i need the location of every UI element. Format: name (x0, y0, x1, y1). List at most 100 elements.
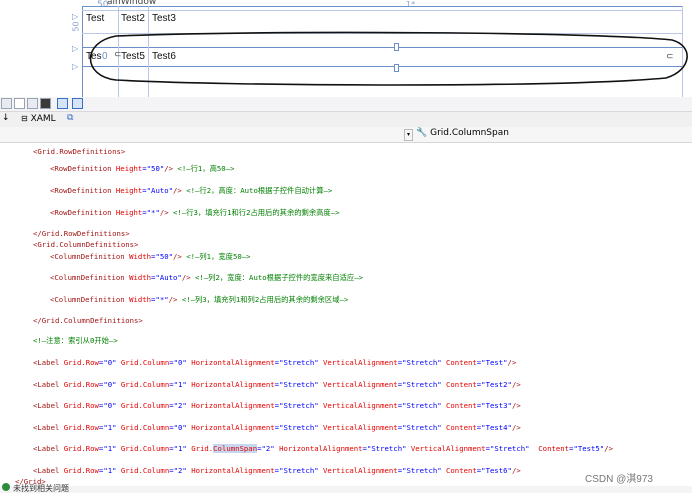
code-token: <Label (33, 401, 64, 410)
code-token: <Label (33, 423, 64, 432)
grid-line-top (82, 10, 682, 11)
code-token: ="1" (169, 380, 192, 389)
selected-token: ColumnSpan (213, 444, 258, 453)
code-token: ="Stretch" (485, 444, 539, 453)
xaml-designer-surface[interactable]: 50 ainWindow 1* 50 ▷ ▷ ▷ Test Test2 Test… (0, 0, 692, 97)
code-line[interactable]: <!—注意：索引从0开始—> (33, 336, 118, 346)
code-token: Width (129, 252, 152, 261)
code-token: ="0" (98, 358, 121, 367)
code-token: ="2" (169, 466, 192, 475)
code-token: Grid.Row (63, 358, 99, 367)
code-token: /> (173, 252, 187, 261)
code-token: ="1" (98, 444, 121, 453)
toggle-grid-button[interactable] (27, 98, 38, 109)
code-line[interactable]: <Label Grid.Row="1" Grid.Column="2" Hori… (33, 466, 521, 475)
code-line[interactable]: <Label Grid.Row="1" Grid.Column="0" Hori… (33, 423, 521, 432)
code-token: Content (446, 358, 477, 367)
code-line[interactable]: <Grid.ColumnDefinitions> (33, 240, 138, 249)
status-bar: 未找到相关问题 (0, 483, 692, 493)
code-token: <Grid.RowDefinitions> (33, 147, 126, 156)
code-token: <RowDefinition (50, 164, 116, 173)
element-breadcrumb-bar: ▾ 🔧 Grid.ColumnSpan (0, 127, 692, 143)
code-token: <Label (33, 444, 64, 453)
code-token: ="Test6" (476, 466, 512, 475)
code-line[interactable]: <RowDefinition Height="Auto"/> <!—行2，高度：… (50, 186, 332, 196)
code-token: <Grid.ColumnDefinitions> (33, 240, 139, 249)
code-line[interactable]: <RowDefinition Height="*"/> <!—行3，填充行1和行… (50, 208, 340, 218)
breadcrumb-current: Grid.ColumnSpan (430, 128, 509, 138)
code-token: <!—列2，宽度：Auto根据子控件的宽度来自适应—> (195, 273, 363, 282)
code-line[interactable]: <Label Grid.Row="0" Grid.Column="2" Hori… (33, 401, 521, 410)
code-token: <!—行3，填充行1和行2占用后的其余的剩余高度—> (173, 208, 340, 217)
code-token: Grid.Row (63, 401, 99, 410)
code-token: HorizontalAlignment (191, 401, 275, 410)
code-line[interactable]: <ColumnDefinition Width="50"/> <!—列1，宽度5… (50, 252, 251, 262)
code-token: Grid.Column (120, 423, 170, 432)
xaml-tab-icon: ⊟ (21, 114, 28, 123)
code-token: </Grid.ColumnDefinitions> (33, 316, 143, 325)
code-line[interactable]: <ColumnDefinition Width="Auto"/> <!—列2，宽… (50, 273, 363, 283)
code-token: ="1" (98, 423, 121, 432)
code-token: ="2" (257, 444, 280, 453)
code-token: /> (168, 295, 182, 304)
code-token: ="Stretch" (397, 423, 447, 432)
code-token: ="Stretch" (397, 466, 447, 475)
snap-lines-button[interactable] (57, 98, 68, 109)
code-token: VerticalAlignment (323, 401, 398, 410)
code-token: ="Auto" (151, 273, 182, 282)
code-token: ="0" (98, 401, 121, 410)
code-token: <!—列1，宽度50—> (186, 252, 251, 261)
code-token: Grid.Row (63, 466, 99, 475)
artboard-button[interactable] (40, 98, 51, 109)
popout-icon[interactable]: ⧉ (67, 113, 73, 123)
code-token: ="Stretch" (274, 423, 323, 432)
code-token: Content (446, 380, 477, 389)
code-line[interactable]: <ColumnDefinition Width="*"/> <!—列3，填充列1… (50, 295, 348, 305)
code-token: ="*" (142, 208, 160, 217)
breadcrumb[interactable]: 🔧 Grid.ColumnSpan (416, 128, 509, 138)
code-token: ="Stretch" (274, 358, 323, 367)
code-token: Grid.Row (63, 444, 99, 453)
effects-button[interactable] (72, 98, 83, 109)
status-message: 未找到相关问题 (13, 484, 69, 493)
code-line[interactable]: <RowDefinition Height="50"/> <!—行1，高50—> (50, 164, 234, 174)
snap-grid-button[interactable] (14, 98, 25, 109)
code-token: <RowDefinition (50, 208, 116, 217)
code-token: ="Stretch" (397, 401, 447, 410)
code-token: ="1" (98, 466, 121, 475)
code-token: Grid.Column (120, 466, 170, 475)
designer-cell-test[interactable]: Test (86, 13, 104, 24)
code-token: ="Stretch" (397, 380, 447, 389)
code-token: /> (511, 380, 521, 389)
tab-xaml[interactable]: ⊟ XAML (21, 114, 56, 124)
code-token: </Grid.RowDefinitions> (33, 229, 130, 238)
code-line[interactable]: <Label Grid.Row="0" Grid.Column="1" Hori… (33, 380, 521, 389)
code-line[interactable]: </Grid.RowDefinitions> (33, 229, 130, 238)
code-token: Grid.Column (120, 444, 170, 453)
code-line[interactable]: <Label Grid.Row="0" Grid.Column="0" Hori… (33, 358, 516, 367)
xaml-code-editor[interactable]: <Grid.RowDefinitions> <RowDefinition Heig… (0, 143, 692, 488)
code-token: ="Test2" (476, 380, 512, 389)
code-token: /> (181, 273, 195, 282)
code-token: ="0" (98, 380, 121, 389)
code-token: ="Stretch" (274, 380, 323, 389)
status-ok-icon (2, 483, 10, 491)
code-token: Grid.Column (120, 380, 170, 389)
designer-cell-test2[interactable]: Test2 (121, 13, 145, 24)
code-token: Height (115, 208, 143, 217)
code-token: <Label (33, 358, 64, 367)
code-line[interactable]: <Label Grid.Row="1" Grid.Column="1" Grid… (33, 444, 613, 453)
code-token: Content (538, 444, 570, 453)
code-line[interactable]: <Grid.RowDefinitions> (33, 147, 125, 156)
code-token: Grid.Row (63, 423, 99, 432)
grid-view-button[interactable] (1, 98, 12, 109)
code-token: HorizontalAlignment (191, 380, 275, 389)
designer-cell-test3[interactable]: Test3 (152, 13, 176, 24)
code-line[interactable]: </Grid.ColumnDefinitions> (33, 316, 143, 325)
code-token: <!—注意：索引从0开始—> (33, 336, 118, 345)
dropdown-arrow-icon[interactable]: ▾ (404, 129, 413, 141)
pane-arrow-icon[interactable]: ↓ (2, 113, 10, 123)
code-token: <Label (33, 466, 64, 475)
code-token: VerticalAlignment (323, 423, 398, 432)
code-token: Content (446, 466, 477, 475)
